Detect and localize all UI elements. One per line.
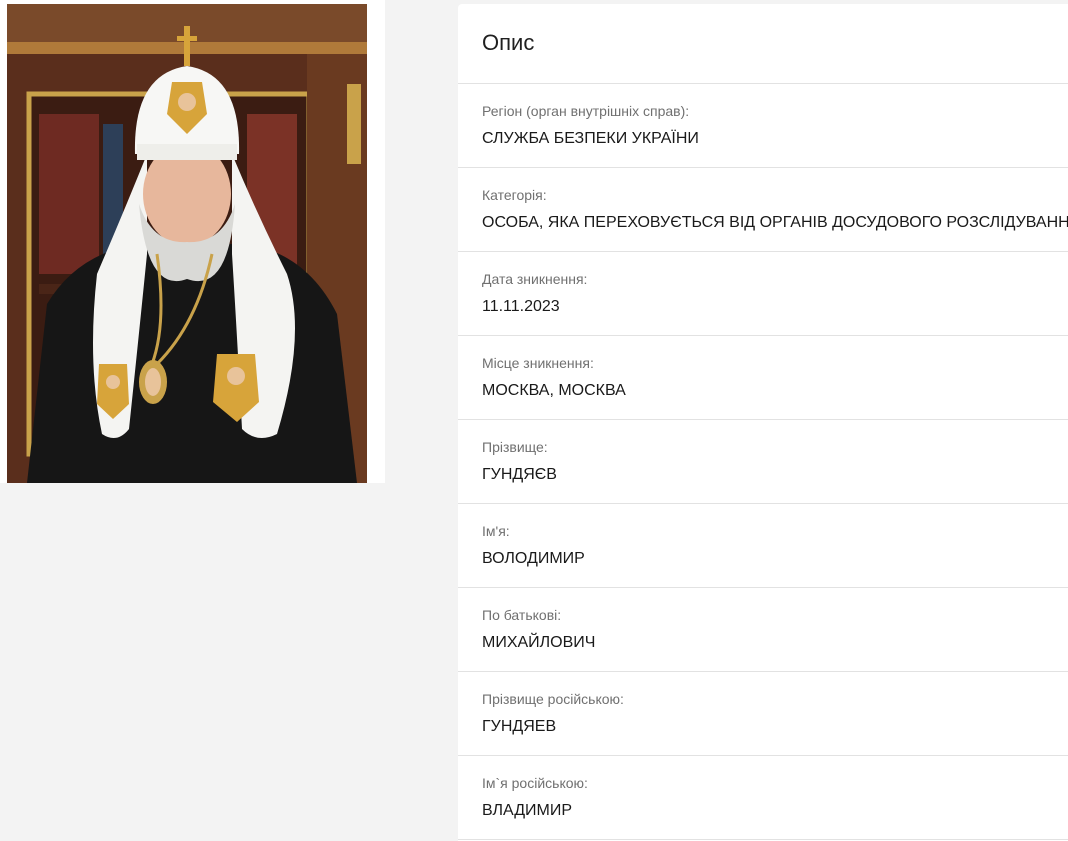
page: Опис Регіон (орган внутрішніх справ): СЛ… <box>0 0 1068 841</box>
row-region: Регіон (орган внутрішніх справ): СЛУЖБА … <box>458 84 1068 168</box>
row-label: Категорія: <box>482 187 547 203</box>
row-surname: Прізвище: ГУНДЯЄВ <box>458 420 1068 504</box>
row-value: МИХАЙЛОВИЧ <box>482 634 596 651</box>
row-category: Категорія: ОСОБА, ЯКА ПЕРЕХОВУЄТЬСЯ ВІД … <box>458 168 1068 252</box>
row-label: Місце зникнення: <box>482 355 594 371</box>
person-photo <box>7 4 367 483</box>
row-patronymic: По батькові: МИХАЙЛОВИЧ <box>458 588 1068 672</box>
row-value: ГУНДЯЕВ <box>482 718 557 735</box>
row-value: СЛУЖБА БЕЗПЕКИ УКРАЇНИ <box>482 130 699 147</box>
description-card: Опис Регіон (орган внутрішніх справ): СЛ… <box>458 4 1068 841</box>
card-title: Опис <box>458 4 1068 84</box>
row-label: Ім`я російською: <box>482 775 588 791</box>
row-surname-russian: Прізвище російською: ГУНДЯЕВ <box>458 672 1068 756</box>
row-value: ВОЛОДИМИР <box>482 550 585 567</box>
person-photo-illustration <box>7 4 367 483</box>
row-value: ГУНДЯЄВ <box>482 466 557 483</box>
row-first-name: Ім'я: ВОЛОДИМИР <box>458 504 1068 588</box>
row-disappearance-date: Дата зникнення: 11.11.2023 <box>458 252 1068 336</box>
row-label: По батькові: <box>482 607 562 623</box>
row-value: ВЛАДИМИР <box>482 802 573 819</box>
row-label: Прізвище російською: <box>482 691 624 707</box>
row-label: Регіон (орган внутрішніх справ): <box>482 103 690 119</box>
row-first-name-russian: Ім`я російською: ВЛАДИМИР <box>458 756 1068 840</box>
row-label: Прізвище: <box>482 439 548 455</box>
row-value: 11.11.2023 <box>482 298 560 315</box>
row-disappearance-place: Місце зникнення: МОСКВА, МОСКВА <box>458 336 1068 420</box>
row-value: ОСОБА, ЯКА ПЕРЕХОВУЄТЬСЯ ВІД ОРГАНІВ ДОС… <box>482 214 1068 231</box>
row-value: МОСКВА, МОСКВА <box>482 382 626 399</box>
photo-panel <box>0 0 385 483</box>
row-label: Ім'я: <box>482 523 510 539</box>
row-label: Дата зникнення: <box>482 271 588 287</box>
